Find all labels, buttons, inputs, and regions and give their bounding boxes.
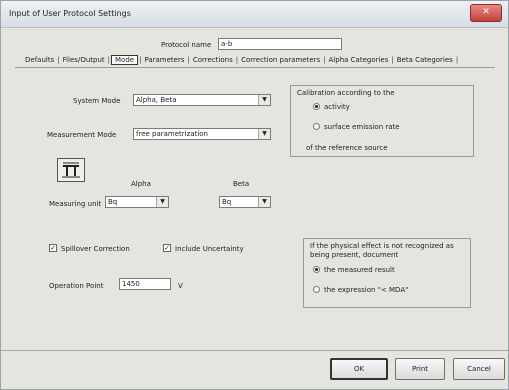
measuring-unit-label: Measuring unit [49, 200, 102, 208]
ok-button[interactable]: OK [330, 358, 388, 380]
tab-mode[interactable]: Mode [111, 55, 139, 65]
spillover-checkbox[interactable]: ✓ [49, 244, 57, 252]
uncertainty-checkbox[interactable]: ✓ [163, 244, 171, 252]
system-mode-select[interactable]: Alpha, Beta ▼ [133, 94, 271, 106]
chevron-down-icon: ▼ [258, 197, 270, 207]
alpha-unit-select[interactable]: Bq ▼ [105, 196, 169, 208]
protocol-name-input[interactable]: a-b [218, 38, 342, 50]
uncertainty-label: Include Uncertainty [175, 245, 244, 253]
tab-bar: Defaults | Files/Output | Mode | Parameters… [23, 55, 459, 65]
calibration-surface-radio[interactable] [313, 123, 320, 130]
operation-point-label: Operation Point [49, 282, 104, 290]
title-bar: Input of User Protocol Settings ✕ [1, 1, 508, 28]
measurement-mode-value: free parametrization [136, 130, 208, 138]
chevron-down-icon: ▼ [156, 197, 168, 207]
calibration-surface-label: surface emission rate [324, 123, 400, 131]
pi-symbol-button[interactable] [57, 158, 85, 182]
system-mode-value: Alpha, Beta [136, 96, 177, 104]
calibration-activity-radio[interactable] [313, 103, 320, 110]
window-title: Input of User Protocol Settings [9, 9, 131, 18]
beta-header: Beta [233, 180, 250, 188]
tab-underline [15, 67, 495, 68]
physical-effect-title-1: If the physical effect is not recognized… [310, 242, 454, 250]
calibration-title: Calibration according to the [297, 89, 395, 97]
measurement-mode-label: Measurement Mode [47, 131, 117, 139]
tab-files-output[interactable]: Files/Output [61, 56, 107, 64]
close-icon: ✕ [482, 7, 490, 17]
measurement-mode-select[interactable]: free parametrization ▼ [133, 128, 271, 140]
calibration-group: Calibration according to the activity su… [290, 85, 474, 157]
tab-defaults[interactable]: Defaults [23, 56, 56, 64]
tab-correction-parameters[interactable]: Correction parameters [239, 56, 322, 64]
chevron-down-icon: ▼ [258, 129, 270, 139]
spillover-label: Spillover Correction [61, 245, 130, 253]
protocol-name-label: Protocol name [161, 41, 212, 49]
mda-expression-label: the expression "< MDA" [324, 286, 409, 294]
tab-corrections[interactable]: Corrections [191, 56, 235, 64]
tab-beta-categories[interactable]: Beta Categories [395, 56, 455, 64]
chevron-down-icon: ▼ [258, 95, 270, 105]
button-bar-divider [1, 350, 508, 351]
calibration-footer: of the reference source [306, 144, 388, 152]
tab-alpha-categories[interactable]: Alpha Categories [327, 56, 391, 64]
pi-symbol-icon [62, 162, 80, 178]
alpha-unit-value: Bq [108, 198, 118, 206]
beta-unit-value: Bq [222, 198, 232, 206]
operation-point-unit: V [178, 282, 183, 290]
operation-point-input[interactable]: 1450 [119, 278, 171, 290]
print-button[interactable]: Print [395, 358, 445, 380]
measured-result-label: the measured result [324, 266, 395, 274]
calibration-activity-label: activity [324, 103, 350, 111]
cancel-button[interactable]: Cancel [453, 358, 505, 380]
alpha-header: Alpha [131, 180, 151, 188]
close-button[interactable]: ✕ [470, 4, 502, 22]
physical-effect-title-2: being present, document [310, 251, 399, 259]
beta-unit-select[interactable]: Bq ▼ [219, 196, 271, 208]
mda-expression-radio[interactable] [313, 286, 320, 293]
settings-dialog: Input of User Protocol Settings ✕ Protoc… [0, 0, 509, 390]
physical-effect-group: If the physical effect is not recognized… [303, 238, 471, 308]
tab-parameters[interactable]: Parameters [142, 56, 186, 64]
system-mode-label: System Mode [73, 97, 121, 105]
measured-result-radio[interactable] [313, 266, 320, 273]
